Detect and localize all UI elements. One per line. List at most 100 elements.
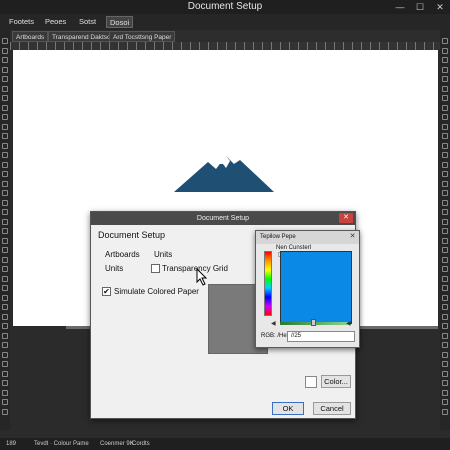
tool-icon[interactable] [2, 218, 8, 225]
tool-icon[interactable] [442, 294, 448, 301]
tool-icon[interactable] [2, 247, 8, 253]
tool-icon[interactable] [442, 180, 448, 187]
tool-icon[interactable] [442, 247, 448, 253]
tool-icon[interactable] [442, 285, 448, 291]
tool-icon[interactable] [2, 399, 8, 405]
tool-icon[interactable] [2, 104, 8, 111]
tool-icon[interactable] [2, 66, 8, 73]
tool-icon[interactable] [2, 171, 8, 177]
tool-icon[interactable] [442, 323, 448, 329]
tool-icon[interactable] [442, 313, 448, 320]
tool-icon[interactable] [442, 190, 448, 196]
tool-icon[interactable] [442, 123, 448, 130]
ok-button[interactable]: OK [272, 402, 304, 415]
tool-icon[interactable] [442, 47, 448, 54]
tool-icon[interactable] [442, 66, 448, 73]
tool-icon[interactable] [442, 237, 448, 244]
tool-icon[interactable] [2, 142, 8, 149]
tool-icon[interactable] [442, 57, 448, 63]
tab-artboards[interactable]: Artboards [12, 31, 49, 42]
tool-icon[interactable] [2, 294, 8, 301]
tool-icon[interactable] [442, 408, 448, 415]
tool-icon[interactable] [2, 38, 8, 44]
tool-icon[interactable] [2, 332, 8, 339]
tool-icon[interactable] [442, 104, 448, 111]
tool-icon[interactable] [2, 114, 8, 120]
tool-icon[interactable] [442, 133, 448, 139]
tool-icon[interactable] [442, 114, 448, 120]
simulate-paper-checkbox[interactable]: ✔ [102, 287, 111, 296]
tool-icon[interactable] [442, 256, 448, 263]
tool-icon[interactable] [442, 218, 448, 225]
opacity-slider-knob[interactable] [311, 319, 316, 326]
tool-icon[interactable] [2, 133, 8, 139]
paper-color-swatch[interactable] [305, 376, 317, 388]
tool-icon[interactable] [2, 152, 8, 158]
tab-paper[interactable]: Ard Tocsttsng Paper [109, 31, 176, 42]
tool-icon[interactable] [442, 389, 448, 396]
tool-icon[interactable] [442, 228, 448, 234]
tool-icon[interactable] [2, 95, 8, 101]
menu-item-dosoi[interactable]: Dosoi [106, 16, 134, 28]
zoom-level[interactable]: 189 [6, 438, 16, 450]
tool-icon[interactable] [2, 351, 8, 358]
cancel-button[interactable]: Cancel [313, 402, 351, 415]
menu-item-footets[interactable]: Footets [6, 14, 37, 30]
tool-icon[interactable] [2, 76, 8, 82]
tool-icon[interactable] [442, 95, 448, 101]
tool-icon[interactable] [442, 399, 448, 405]
tool-icon[interactable] [442, 142, 448, 149]
transparency-grid-checkbox[interactable] [151, 264, 160, 273]
tool-icon[interactable] [2, 199, 8, 206]
tool-icon[interactable] [2, 266, 8, 272]
tool-icon[interactable] [2, 389, 8, 396]
tool-icon[interactable] [2, 408, 8, 415]
minimize-icon[interactable]: — [390, 0, 410, 14]
tool-icon[interactable] [2, 237, 8, 244]
maximize-icon[interactable]: ☐ [410, 0, 430, 14]
tool-icon[interactable] [442, 370, 448, 377]
tool-icon[interactable] [2, 57, 8, 63]
color-field[interactable] [280, 251, 352, 324]
color-picker-title-bar[interactable]: Tepilow Pepe ✕ [256, 231, 359, 244]
tool-icon[interactable] [2, 85, 8, 92]
tool-icon[interactable] [442, 266, 448, 272]
tool-icon[interactable] [442, 38, 448, 44]
tab-transparency[interactable]: Transparend Daktsoz [48, 31, 118, 42]
tool-icon[interactable] [2, 180, 8, 187]
tool-icon[interactable] [2, 256, 8, 263]
tool-icon[interactable] [2, 313, 8, 320]
slider-right-arrow-icon[interactable]: ◀ [346, 320, 351, 327]
slider-left-arrow-icon[interactable]: ◀ [271, 320, 276, 327]
hex-input[interactable]: //25 [287, 331, 355, 342]
tool-icon[interactable] [442, 275, 448, 282]
tool-icon[interactable] [442, 342, 448, 348]
tool-icon[interactable] [2, 323, 8, 329]
tool-icon[interactable] [442, 351, 448, 358]
tool-icon[interactable] [2, 209, 8, 215]
menu-item-peoes[interactable]: Peoes [42, 14, 69, 30]
tool-icon[interactable] [442, 361, 448, 367]
tool-icon[interactable] [442, 161, 448, 168]
tool-icon[interactable] [442, 171, 448, 177]
tool-icon[interactable] [2, 304, 8, 310]
tool-icon[interactable] [442, 152, 448, 158]
hue-slider[interactable] [264, 251, 272, 316]
tool-icon[interactable] [442, 76, 448, 82]
tool-icon[interactable] [2, 47, 8, 54]
tool-icon[interactable] [442, 209, 448, 215]
tool-icon[interactable] [442, 332, 448, 339]
dialog-close-button[interactable]: ✕ [339, 213, 353, 223]
dialog-title-bar[interactable]: Document Setup ✕ [91, 212, 355, 225]
tool-icon[interactable] [442, 85, 448, 92]
tool-icon[interactable] [2, 370, 8, 377]
tool-icon[interactable] [2, 275, 8, 282]
tool-icon[interactable] [2, 285, 8, 291]
tool-icon[interactable] [2, 161, 8, 168]
menu-item-sotst[interactable]: Sotst [76, 14, 99, 30]
tool-icon[interactable] [442, 199, 448, 206]
close-icon[interactable]: ✕ [430, 0, 450, 14]
tool-icon[interactable] [442, 304, 448, 310]
tool-icon[interactable] [442, 380, 448, 386]
tool-icon[interactable] [2, 342, 8, 348]
